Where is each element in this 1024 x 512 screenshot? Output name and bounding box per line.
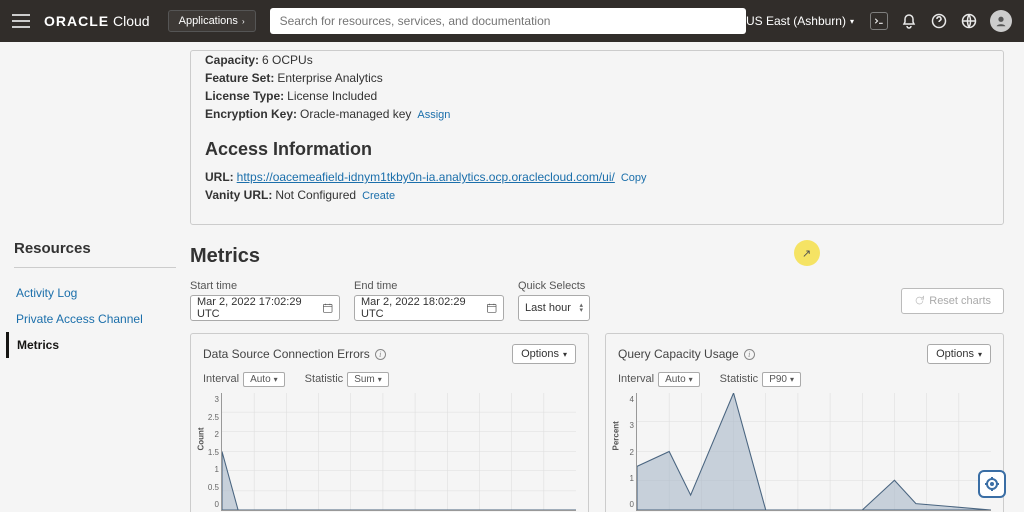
vanity-row: Vanity URL:Not ConfiguredCreate bbox=[191, 186, 1003, 204]
metrics-heading: Metrics bbox=[190, 245, 1004, 268]
brand-logo: ORACLE Cloud bbox=[44, 13, 150, 29]
interval-label: Interval bbox=[618, 373, 654, 385]
sidebar: Resources Activity Log Private Access Ch… bbox=[0, 42, 190, 512]
chart2-title: Query Capacity Usage bbox=[618, 347, 739, 361]
reset-charts-button[interactable]: Reset charts bbox=[901, 288, 1004, 314]
chart2-options-button[interactable]: Options▾ bbox=[927, 344, 991, 364]
chart1-options-button[interactable]: Options▾ bbox=[512, 344, 576, 364]
applications-button[interactable]: Applications› bbox=[168, 10, 256, 32]
quick-selects-label: Quick Selects bbox=[518, 280, 590, 292]
metrics-controls: Start time Mar 2, 2022 17:02:29 UTC End … bbox=[190, 280, 1004, 321]
start-time-input[interactable]: Mar 2, 2022 17:02:29 UTC bbox=[190, 295, 340, 321]
chart1-interval-select[interactable]: Auto▾ bbox=[243, 372, 285, 387]
quick-selects-input[interactable]: Last hour▴▾ bbox=[518, 295, 590, 321]
access-info-heading: Access Information bbox=[191, 123, 1003, 168]
sidebar-item-metrics[interactable]: Metrics bbox=[6, 332, 176, 358]
chart2-plot-area[interactable]: 17:0517:1017:1517:2017:2517:3017:3517:40… bbox=[636, 393, 991, 511]
capacity-row: Capacity:6 OCPUs bbox=[191, 51, 1003, 69]
cursor-highlight bbox=[794, 240, 820, 266]
chart2-ylabel: Percent bbox=[612, 421, 621, 450]
chevron-down-icon: ▾ bbox=[850, 17, 854, 26]
chevron-right-icon: › bbox=[242, 17, 245, 26]
cloud-shell-icon[interactable] bbox=[870, 12, 888, 30]
chart1-statistic-select[interactable]: Sum▾ bbox=[347, 372, 389, 387]
license-row: License Type:License Included bbox=[191, 87, 1003, 105]
chart1-yaxis: 32.521.510.50 bbox=[203, 393, 221, 512]
feature-row: Feature Set:Enterprise Analytics bbox=[191, 69, 1003, 87]
main-content: Capacity:6 OCPUs Feature Set:Enterprise … bbox=[190, 42, 1024, 512]
sidebar-item-activity-log[interactable]: Activity Log bbox=[14, 280, 176, 306]
assign-link[interactable]: Assign bbox=[417, 109, 450, 121]
copy-link[interactable]: Copy bbox=[621, 172, 647, 184]
globe-icon[interactable] bbox=[960, 12, 978, 30]
info-icon[interactable]: i bbox=[744, 349, 755, 360]
bell-icon[interactable] bbox=[900, 12, 918, 30]
chart2-interval-select[interactable]: Auto▾ bbox=[658, 372, 700, 387]
encryption-row: Encryption Key:Oracle-managed keyAssign bbox=[191, 105, 1003, 123]
refresh-icon bbox=[914, 295, 925, 306]
interval-label: Interval bbox=[203, 373, 239, 385]
create-vanity-link[interactable]: Create bbox=[362, 190, 395, 202]
charts-row: Data Source Connection Errorsi Options▾ … bbox=[190, 333, 1004, 512]
chevron-down-icon: ▾ bbox=[563, 350, 567, 359]
chart-query-capacity: Query Capacity Usage i Options▾ Interval A… bbox=[605, 333, 1004, 512]
instance-details-card: Capacity:6 OCPUs Feature Set:Enterprise … bbox=[190, 50, 1004, 225]
end-time-label: End time bbox=[354, 280, 504, 292]
spinner-icon: ▴▾ bbox=[579, 303, 583, 313]
search-input[interactable] bbox=[270, 8, 746, 34]
info-icon[interactable]: i bbox=[375, 349, 386, 360]
sidebar-item-private-access[interactable]: Private Access Channel bbox=[14, 306, 176, 332]
chart1-plot-area[interactable]: 17:0517:1017:1517:2017:2517:3017:3517:40… bbox=[221, 393, 576, 511]
calendar-icon bbox=[322, 302, 333, 314]
instance-url-link[interactable]: https://oacemeafield-idnym1tkby0n-ia.ana… bbox=[237, 170, 615, 184]
chart1-title: Data Source Connection Errors bbox=[203, 347, 370, 361]
sidebar-heading: Resources bbox=[14, 240, 176, 257]
chart2-yaxis: 43210 bbox=[618, 393, 636, 512]
statistic-label: Statistic bbox=[305, 373, 344, 385]
help-icon[interactable] bbox=[930, 12, 948, 30]
region-selector[interactable]: US East (Ashburn)▾ bbox=[746, 14, 854, 28]
start-time-label: Start time bbox=[190, 280, 340, 292]
chart2-statistic-select[interactable]: P90▾ bbox=[762, 372, 801, 387]
url-row: URL:https://oacemeafield-idnym1tkby0n-ia… bbox=[191, 168, 1003, 186]
top-nav: ORACLE Cloud Applications› US East (Ashb… bbox=[0, 0, 1024, 42]
calendar-icon bbox=[486, 302, 497, 314]
profile-avatar[interactable] bbox=[990, 10, 1012, 32]
help-fab[interactable] bbox=[978, 470, 1006, 498]
menu-icon[interactable] bbox=[12, 14, 30, 28]
statistic-label: Statistic bbox=[720, 373, 759, 385]
search-input-wrap bbox=[270, 8, 746, 34]
chevron-down-icon: ▾ bbox=[978, 350, 982, 359]
end-time-input[interactable]: Mar 2, 2022 18:02:29 UTC bbox=[354, 295, 504, 321]
chart1-ylabel: Count bbox=[197, 427, 206, 450]
chart-data-source-errors: Data Source Connection Errorsi Options▾ … bbox=[190, 333, 589, 512]
